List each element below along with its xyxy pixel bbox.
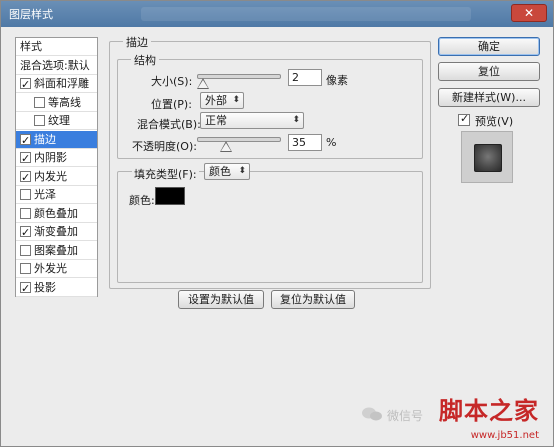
style-checkbox[interactable] <box>20 169 31 187</box>
style-list-item[interactable]: 投影 <box>16 279 97 298</box>
size-slider[interactable] <box>197 74 281 79</box>
style-list-item[interactable]: 光泽 <box>16 186 97 204</box>
style-list-label: 内阴影 <box>34 151 67 164</box>
url-watermark: www.jb51.net <box>470 430 539 441</box>
blend-mode-value: 正常 <box>205 114 227 127</box>
style-checkbox[interactable] <box>20 150 31 168</box>
style-list-label: 颜色叠加 <box>34 206 78 220</box>
style-list-item[interactable]: 图案叠加 <box>16 242 97 260</box>
opacity-unit: % <box>326 136 337 149</box>
preview-label: 预览(V) <box>475 115 514 128</box>
style-list-label: 样式 <box>20 40 42 53</box>
style-checkbox[interactable] <box>34 115 45 126</box>
style-list-label: 图案叠加 <box>34 243 78 257</box>
dropdown-arrow-icon: ⬍ <box>292 115 300 125</box>
style-list: 样式混合选项:默认斜面和浮雕等高线纹理描边内阴影内发光光泽颜色叠加渐变叠加图案叠… <box>15 37 98 298</box>
style-checkbox[interactable] <box>34 96 45 108</box>
style-list-label: 斜面和浮雕 <box>34 77 89 90</box>
stroke-section-title: 描边 <box>123 34 151 50</box>
stroke-color-swatch[interactable] <box>155 187 185 205</box>
preview-thumbnail <box>474 144 502 172</box>
new-style-button[interactable]: 新建样式(W)... <box>438 88 540 107</box>
style-checkbox[interactable] <box>20 224 31 242</box>
dropdown-arrow-icon: ⬍ <box>238 166 246 176</box>
color-label: 颜色: <box>129 194 155 207</box>
style-checkbox[interactable] <box>20 76 31 94</box>
opacity-slider-thumb[interactable] <box>220 141 233 152</box>
position-value: 外部 <box>205 94 227 107</box>
style-checkbox[interactable] <box>20 207 31 219</box>
fill-type-label: 填充类型(F): <box>132 166 199 182</box>
style-list-label: 投影 <box>34 280 56 294</box>
opacity-slider[interactable] <box>197 137 281 142</box>
style-list-item[interactable]: 外发光 <box>16 260 97 278</box>
style-list-item[interactable]: 渐变叠加 <box>16 223 97 242</box>
fill-type-value: 颜色 <box>209 165 231 178</box>
style-list-item[interactable]: 混合选项:默认 <box>16 57 97 75</box>
brand-watermark: 脚本之家 <box>439 396 539 425</box>
fill-type-select[interactable]: 颜色 ⬍ <box>204 163 250 180</box>
style-list-label: 描边 <box>34 132 56 146</box>
style-list-label: 等高线 <box>48 95 81 109</box>
style-list-item[interactable]: 内阴影 <box>16 149 97 168</box>
size-label: 大小(S): <box>151 75 193 88</box>
preview-checkbox[interactable] <box>458 112 470 126</box>
layer-style-dialog: 图层样式 ✕ 样式混合选项:默认斜面和浮雕等高线纹理描边内阴影内发光光泽颜色叠加… <box>0 0 554 447</box>
style-list-label: 渐变叠加 <box>34 225 78 238</box>
size-input[interactable]: 2 <box>288 69 322 86</box>
background-blur <box>141 7 471 21</box>
style-list-item[interactable]: 颜色叠加 <box>16 205 97 223</box>
style-list-label: 纹理 <box>48 114 70 127</box>
wechat-icon <box>362 407 382 421</box>
style-list-label: 内发光 <box>34 169 67 183</box>
blend-mode-label: 混合模式(B): <box>137 118 201 131</box>
style-list-item[interactable]: 内发光 <box>16 168 97 187</box>
style-checkbox[interactable] <box>20 132 31 150</box>
close-button[interactable]: ✕ <box>511 4 547 22</box>
style-list-item[interactable]: 等高线 <box>16 94 97 112</box>
dropdown-arrow-icon: ⬍ <box>232 95 240 105</box>
opacity-input[interactable]: 35 <box>288 134 322 151</box>
style-list-item[interactable]: 纹理 <box>16 112 97 130</box>
position-label: 位置(P): <box>151 98 192 111</box>
reset-default-button[interactable]: 复位为默认值 <box>271 290 355 309</box>
style-checkbox[interactable] <box>20 280 31 298</box>
style-checkbox[interactable] <box>20 189 31 200</box>
reset-button[interactable]: 复位 <box>438 62 540 81</box>
wechat-watermark: 微信号 <box>387 409 424 423</box>
position-select[interactable]: 外部 ⬍ <box>200 92 244 109</box>
style-list-item[interactable]: 斜面和浮雕 <box>16 75 97 94</box>
blend-mode-select[interactable]: 正常 ⬍ <box>200 112 304 129</box>
style-list-item[interactable]: 描边 <box>16 130 97 150</box>
style-preview <box>461 131 513 183</box>
ok-button[interactable]: 确定 <box>438 37 540 56</box>
style-checkbox[interactable] <box>20 263 31 274</box>
size-unit: 像素 <box>326 74 348 87</box>
style-list-label: 混合选项:默认 <box>20 58 90 72</box>
set-default-button[interactable]: 设置为默认值 <box>178 290 264 309</box>
dialog-title: 图层样式 <box>9 8 53 21</box>
style-list-label: 外发光 <box>34 262 67 275</box>
opacity-label: 不透明度(O): <box>132 140 197 153</box>
size-slider-thumb[interactable] <box>196 78 209 89</box>
style-checkbox[interactable] <box>20 244 31 256</box>
structure-title: 结构 <box>131 52 159 68</box>
title-bar[interactable]: 图层样式 ✕ <box>1 1 553 27</box>
style-list-item[interactable]: 样式 <box>16 38 97 56</box>
style-list-label: 光泽 <box>34 188 56 201</box>
